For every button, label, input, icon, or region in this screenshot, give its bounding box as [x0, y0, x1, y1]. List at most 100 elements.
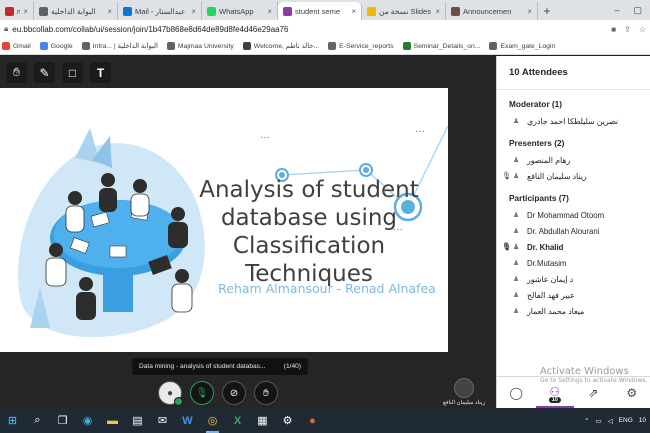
bookmark-item[interactable]: E-Service_reports: [328, 42, 394, 50]
share-icon[interactable]: ⇪: [624, 25, 631, 34]
address-bar: 🔒︎ eu.bbcollab.com/collab/ui/session/joi…: [0, 20, 650, 38]
maximize-icon[interactable]: ▢: [633, 5, 642, 16]
attendees-panel: 10 Attendees Moderator (1) ♟ نصرين سليلطكا…: [496, 56, 650, 408]
tray-chevron-icon[interactable]: ⌃: [584, 417, 589, 425]
network-icon[interactable]: ▭: [596, 417, 602, 425]
share-content-icon: ⇗: [588, 385, 599, 400]
tab-close-icon[interactable]: ×: [351, 7, 356, 16]
excel-icon[interactable]: X: [225, 408, 250, 433]
url-field[interactable]: eu.bbcollab.com/collab/ui/session/join/1…: [12, 25, 607, 34]
attendee-row[interactable]: 🎙︎ ♟ Dr. Khalid: [497, 239, 650, 255]
attendee-row[interactable]: ♟ Dr Mohammad Otoom: [497, 207, 650, 223]
section-title: Participants (7): [509, 193, 569, 203]
chat-tab[interactable]: ◯: [497, 377, 536, 408]
raise-hand-button[interactable]: ✋︎: [254, 381, 278, 405]
person-icon: ♟: [513, 244, 520, 251]
attendee-row[interactable]: ♟ د إيمان عاشور: [497, 271, 650, 287]
person-icon: ♟: [513, 276, 520, 283]
attendee-row[interactable]: ♟ عبير فهد الفالح: [497, 287, 650, 303]
tab-close-icon[interactable]: ×: [191, 7, 196, 16]
attendee-row[interactable]: ♟ رهام المنصور: [497, 152, 650, 168]
camera-icon[interactable]: ■: [611, 25, 616, 34]
browser-tab[interactable]: البوابة الداخلية ×: [34, 2, 118, 20]
attendee-name: Dr. Abdullah Alourani: [527, 226, 600, 236]
attendees-panel-title: 10 Attendees: [497, 56, 650, 90]
attendee-name: ريناد سليمان النافع: [527, 171, 587, 181]
bookmark-icon: [166, 42, 175, 50]
text-tool-icon[interactable]: T: [90, 62, 111, 83]
minimize-icon[interactable]: –: [614, 5, 619, 15]
bookmark-label: Majmaa University: [177, 42, 234, 50]
lock-icon[interactable]: 🔒︎: [4, 24, 8, 34]
person-icon: ♟: [513, 308, 520, 315]
tab-close-icon[interactable]: ×: [527, 7, 532, 16]
attendee-row[interactable]: ♟ Dr. Abdullah Alourani: [497, 223, 650, 239]
attendee-name: ميعاد محمد العمار: [527, 306, 585, 316]
pen-icon[interactable]: ✎: [34, 62, 55, 83]
tab-close-icon[interactable]: ×: [435, 7, 440, 16]
tab-favicon-icon: [5, 6, 14, 16]
slide-title: Analysis of student database using Class…: [199, 177, 419, 287]
caption-page: (1/40): [283, 363, 301, 370]
browser-tab[interactable]: Mail - عبدالستار ×: [118, 2, 202, 20]
tab-close-icon[interactable]: ×: [23, 7, 28, 16]
word-icon[interactable]: W: [175, 408, 200, 433]
browser-tab[interactable]: Announcemen ×: [446, 2, 538, 20]
bookmark-item[interactable]: Welcome, خالد ناظم...: [242, 42, 319, 50]
tab-close-icon[interactable]: ×: [107, 7, 112, 16]
camera-button[interactable]: ⊘: [222, 381, 246, 405]
tab-label: msati: [17, 7, 20, 16]
bookmark-item[interactable]: Majmaa University: [166, 42, 234, 50]
mail-icon[interactable]: ✉: [150, 408, 175, 433]
bookmark-icon: [81, 42, 90, 50]
tab-close-icon[interactable]: ×: [267, 7, 272, 16]
task-view-icon[interactable]: ❐: [50, 408, 75, 433]
attendee-row[interactable]: 🎙︎ ♟ ريناد سليمان النافع: [497, 168, 650, 184]
browser-tab[interactable]: msati×: [0, 2, 34, 20]
bookmark-item[interactable]: Google: [39, 42, 73, 50]
section-title: Moderator (1): [509, 99, 563, 109]
attendee-row[interactable]: ♟ ميعاد محمد العمار: [497, 303, 650, 319]
file-explorer-icon[interactable]: ▬: [100, 408, 125, 433]
store-icon[interactable]: ▤: [125, 408, 150, 433]
illustration-shapes: [18, 128, 205, 338]
clock[interactable]: 10: [639, 417, 646, 424]
bookmark-label: Seminar_Details_on...: [413, 42, 481, 50]
search-icon[interactable]: ⌕: [25, 408, 50, 433]
speaker-name: ريناد سليمان النافع: [442, 400, 486, 406]
speaker-avatar: [454, 378, 474, 398]
browser-tab[interactable]: نسخة من Slides ×: [362, 2, 446, 20]
shape-square-icon[interactable]: □: [62, 62, 83, 83]
attendee-section: Participants (7) ♟ Dr Mohammad Otoom ♟ Dr. A…: [497, 184, 650, 319]
volume-icon[interactable]: ◁: [608, 417, 613, 425]
microphone-icon: 🎙︎: [195, 387, 209, 399]
star-icon[interactable]: ☆: [639, 25, 646, 34]
bookmark-item[interactable]: Intra... | البوابة الداخلية: [81, 42, 158, 50]
attendee-name: Dr.Mutasim: [527, 258, 567, 268]
attendee-row[interactable]: ♟ نصرين سليلطكا احمد جادري: [497, 113, 650, 129]
windows-start-icon[interactable]: ⊞: [0, 408, 25, 433]
browser-tab[interactable]: WhatsApp ×: [202, 2, 278, 20]
person-icon: ♟: [513, 157, 520, 164]
bookmark-label: Intra... | البوابة الداخلية: [92, 43, 158, 50]
browser-tab[interactable]: student seme ×: [278, 2, 362, 20]
bookmark-icon: [402, 42, 411, 50]
tab-favicon-icon: [283, 6, 292, 16]
bookmark-item[interactable]: Gmail: [2, 42, 31, 50]
language-indicator[interactable]: ENG: [619, 417, 633, 424]
bookmark-item[interactable]: Seminar_Details_on...: [402, 42, 481, 50]
pointer-hand-icon[interactable]: ✋︎: [6, 62, 27, 83]
bookmark-icon: [39, 42, 48, 50]
attendee-row[interactable]: ♟ Dr.Mutasim: [497, 255, 650, 271]
bookmark-item[interactable]: Exam_gate_Login: [489, 42, 555, 50]
powerpoint-icon[interactable]: ●: [300, 408, 325, 433]
my-status-button[interactable]: ●: [158, 381, 183, 406]
microphone-button[interactable]: 🎙︎: [190, 381, 214, 405]
bookmark-icon: [242, 42, 251, 50]
chrome-icon[interactable]: ◎: [200, 408, 225, 433]
settings-app-icon[interactable]: ⚙︎: [275, 408, 300, 433]
content-caption-bar[interactable]: Data mining - analysis of student databa…: [132, 358, 308, 375]
calculator-icon[interactable]: ▦: [250, 408, 275, 433]
edge-browser-icon[interactable]: ◉: [75, 408, 100, 433]
new-tab-button[interactable]: +: [538, 2, 556, 20]
